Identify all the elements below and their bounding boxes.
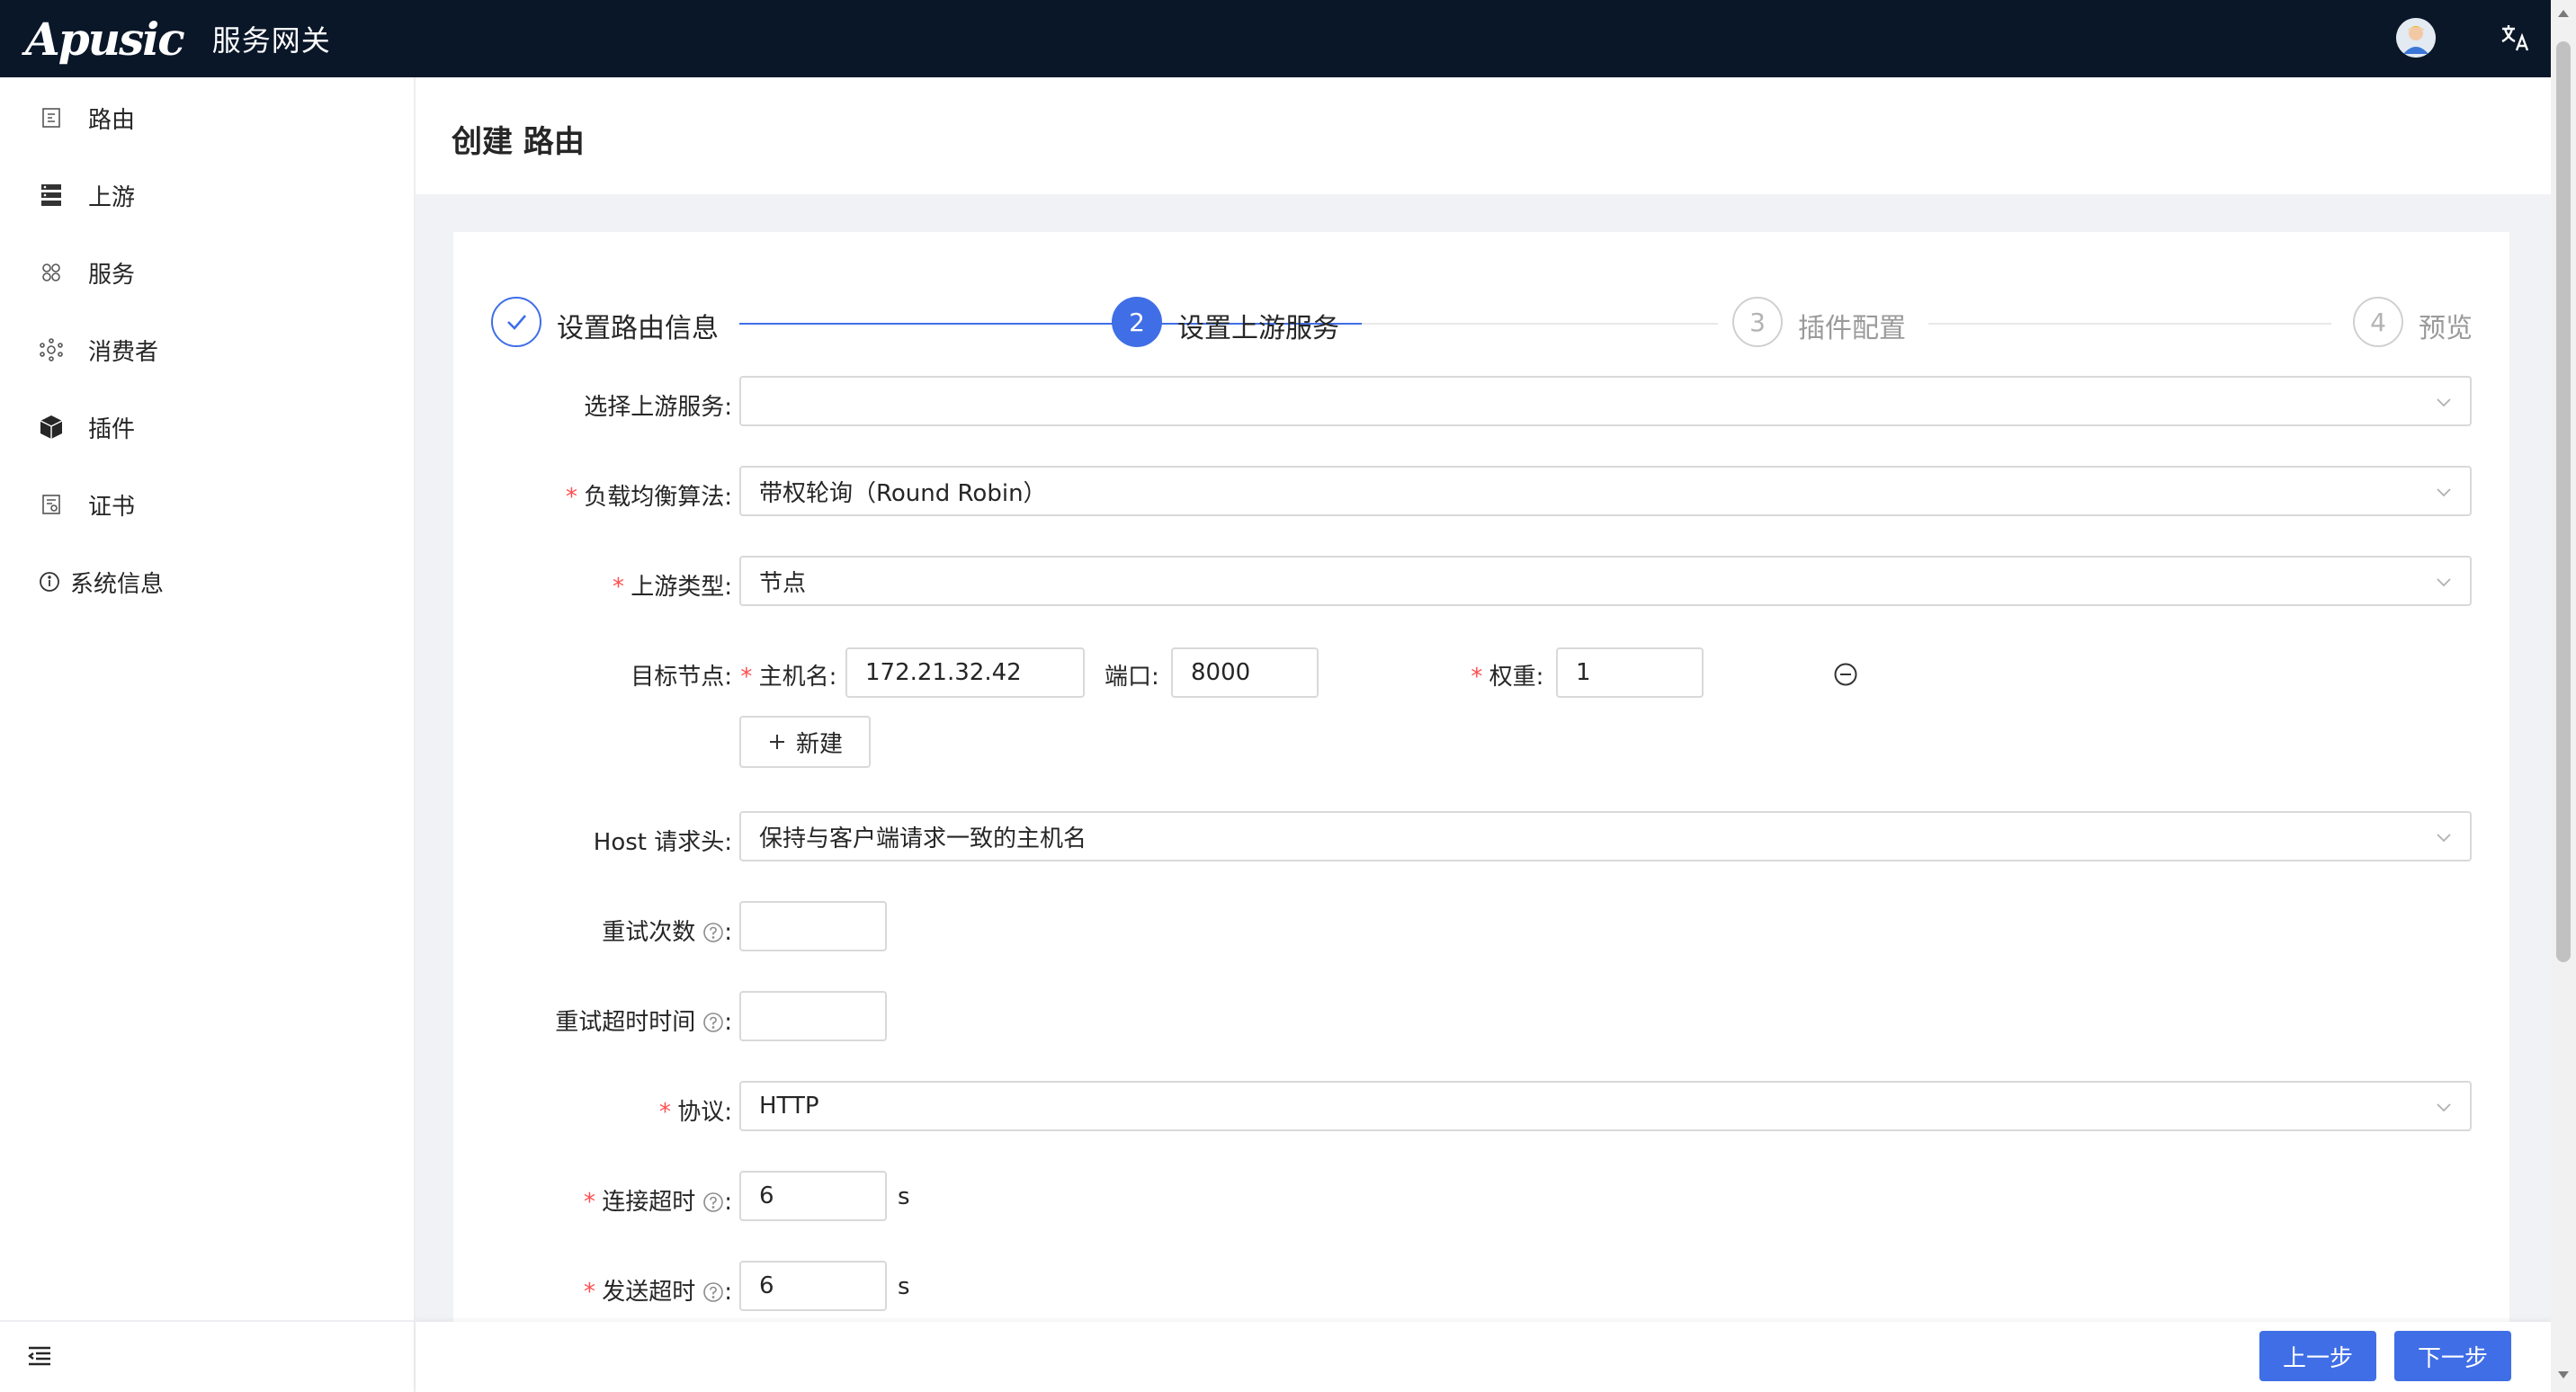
- plus-icon: [769, 735, 784, 749]
- host-header-label: Host 请求头:: [593, 829, 732, 856]
- add-node-label: 新建: [795, 730, 843, 758]
- weight-input[interactable]: 1: [1556, 647, 1704, 698]
- next-step-button[interactable]: 下一步: [2394, 1331, 2511, 1381]
- upstream-type-value: 节点: [759, 569, 807, 597]
- question-icon[interactable]: [702, 1281, 724, 1303]
- retry-timeout-input[interactable]: [739, 991, 887, 1041]
- service-icon: [38, 259, 65, 286]
- upstream-select[interactable]: [739, 376, 2472, 426]
- port-input[interactable]: 8000: [1171, 647, 1319, 698]
- sidebar-item-services[interactable]: 服务: [0, 241, 414, 304]
- send-timeout-value: 6: [759, 1272, 774, 1299]
- connect-timeout-value: 6: [759, 1182, 774, 1209]
- sidebar-item-label: 消费者: [88, 338, 159, 366]
- info-icon: [36, 568, 63, 595]
- sidebar-item-plugins[interactable]: 插件: [0, 396, 414, 459]
- sidebar-item-label: 插件: [88, 415, 136, 443]
- host-value: 172.21.32.42: [865, 659, 1022, 686]
- chevron-down-icon: [2437, 578, 2451, 587]
- connect-timeout-label: * 连接超时:: [582, 1189, 732, 1216]
- sidebar-item-system-info[interactable]: 系统信息: [0, 550, 414, 613]
- step-1-title: 设置路由信息: [557, 313, 719, 344]
- sidebar: 路由 上游 服务 消费者 插件 证书 系统信息: [0, 77, 416, 1392]
- translate-icon[interactable]: [2499, 22, 2531, 54]
- host-input[interactable]: 172.21.32.42: [845, 647, 1085, 698]
- sidebar-footer: [0, 1320, 414, 1392]
- user-avatar[interactable]: [2396, 18, 2436, 58]
- step-3-title: 插件配置: [1798, 313, 1906, 344]
- question-icon[interactable]: [702, 922, 724, 943]
- lb-algorithm-value: 带权轮询（Round Robin）: [759, 479, 1047, 507]
- sidebar-item-consumers[interactable]: 消费者: [0, 318, 414, 381]
- host-header-value: 保持与客户端请求一致的主机名: [759, 825, 1087, 852]
- lb-algorithm-select[interactable]: 带权轮询（Round Robin）: [739, 466, 2472, 516]
- form-card: 设置路由信息 2 设置上游服务 3 插件配置 4 预览 选择上游服务: * 负载均…: [453, 232, 2509, 1392]
- step-4-number: 4: [2353, 297, 2403, 347]
- sidebar-item-routes[interactable]: 路由: [0, 86, 414, 149]
- send-timeout-label: * 发送超时:: [582, 1279, 732, 1306]
- question-icon[interactable]: [702, 1191, 724, 1213]
- chevron-down-icon: [2437, 1103, 2451, 1112]
- add-node-button[interactable]: 新建: [739, 716, 871, 768]
- upstream-select-label: 选择上游服务:: [584, 394, 732, 421]
- menu-fold-icon[interactable]: [25, 1342, 54, 1370]
- step-connector: [1362, 323, 1718, 325]
- scroll-thumb[interactable]: [2556, 41, 2571, 962]
- sidebar-item-label: 系统信息: [70, 570, 165, 598]
- step-1-check-icon: [491, 297, 541, 347]
- retry-timeout-label: 重试超时时间:: [555, 1009, 732, 1036]
- lb-algorithm-label: * 负载均衡算法:: [564, 484, 732, 511]
- question-icon[interactable]: [702, 1012, 724, 1033]
- send-timeout-unit: s: [898, 1273, 910, 1300]
- host-label: * 主机名:: [739, 664, 837, 691]
- sidebar-item-certificates[interactable]: 证书: [0, 473, 414, 536]
- weight-label: * 权重:: [1470, 664, 1544, 691]
- product-name: 服务网关: [211, 23, 331, 58]
- retries-input[interactable]: [739, 901, 887, 951]
- scroll-down-icon[interactable]: [2557, 1369, 2570, 1381]
- port-value: 8000: [1191, 659, 1251, 686]
- server-icon: [38, 182, 65, 209]
- upstream-type-select[interactable]: 节点: [739, 556, 2472, 606]
- sidebar-item-upstream[interactable]: 上游: [0, 164, 414, 227]
- sidebar-item-label: 上游: [88, 183, 136, 211]
- previous-step-button[interactable]: 上一步: [2259, 1331, 2376, 1381]
- footer-action-bar: 上一步 下一步: [416, 1322, 2551, 1392]
- connect-timeout-unit: s: [898, 1183, 910, 1210]
- step-2-title: 设置上游服务: [1177, 313, 1339, 344]
- step-connector: [1928, 323, 2331, 325]
- top-header: Apusic 服务网关: [0, 0, 2551, 77]
- consumer-icon: [38, 336, 65, 363]
- page-header: 创建 路由: [416, 77, 2551, 194]
- upstream-type-label: * 上游类型:: [611, 574, 732, 601]
- chevron-down-icon: [2437, 398, 2451, 407]
- step-2-number: 2: [1112, 297, 1162, 347]
- step-3-number: 3: [1732, 297, 1783, 347]
- sidebar-item-label: 路由: [88, 106, 136, 134]
- certificate-icon: [38, 491, 65, 518]
- protocol-select[interactable]: HTTP: [739, 1081, 2472, 1131]
- protocol-label: * 协议:: [657, 1099, 732, 1126]
- route-icon: [38, 104, 65, 131]
- sidebar-item-label: 服务: [88, 261, 136, 289]
- port-label: 端口:: [1105, 664, 1159, 691]
- target-node-label: 目标节点:: [631, 664, 732, 691]
- connect-timeout-input[interactable]: 6: [739, 1171, 887, 1221]
- retries-label: 重试次数:: [602, 919, 732, 946]
- plugin-icon: [38, 414, 65, 441]
- page-title: 创建 路由: [452, 124, 585, 160]
- chevron-down-icon: [2437, 834, 2451, 843]
- send-timeout-input[interactable]: 6: [739, 1261, 887, 1311]
- sidebar-item-label: 证书: [88, 493, 136, 521]
- brand-logo[interactable]: Apusic: [25, 13, 185, 66]
- scroll-up-icon[interactable]: [2557, 7, 2570, 20]
- host-header-select[interactable]: 保持与客户端请求一致的主机名: [739, 811, 2472, 861]
- remove-node-icon[interactable]: [1833, 662, 1858, 687]
- page-scrollbar[interactable]: [2551, 0, 2576, 1392]
- chevron-down-icon: [2437, 488, 2451, 497]
- weight-value: 1: [1576, 659, 1591, 686]
- step-4-title: 预览: [2419, 313, 2473, 344]
- protocol-value: HTTP: [759, 1093, 819, 1120]
